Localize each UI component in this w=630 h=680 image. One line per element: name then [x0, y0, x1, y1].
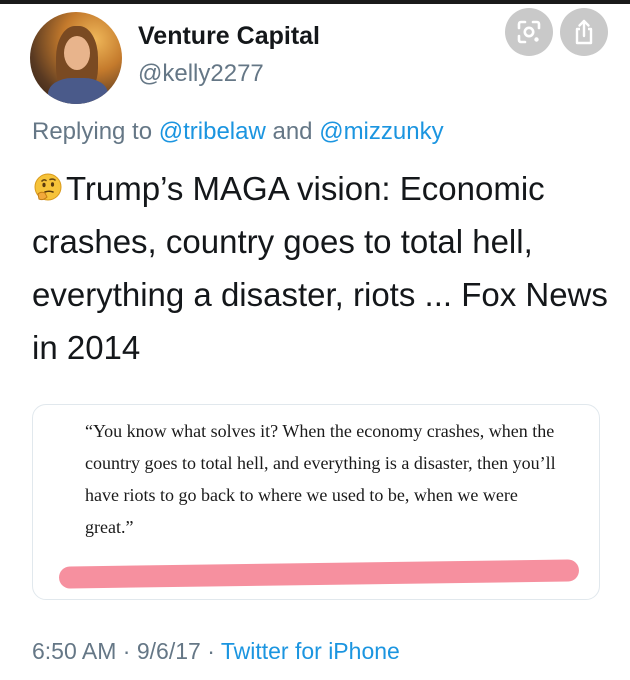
share-icon[interactable] — [560, 8, 608, 56]
top-border — [0, 0, 630, 4]
replying-to-label: Replying to — [32, 118, 153, 145]
meta-separator-2: · — [207, 638, 215, 664]
tweet-date[interactable]: 9/6/17 — [137, 638, 201, 664]
meta-separator: · — [122, 638, 131, 664]
tweet-screenshot: Venture Capital @kelly2277 Replying to @… — [0, 0, 630, 680]
tweet-meta: 6:50 AM · 9/6/17 · Twitter for iPhone — [32, 638, 400, 665]
tweet-time[interactable]: 6:50 AM — [32, 638, 116, 664]
tweet-body: Trump’s MAGA vision: Economic crashes, c… — [32, 162, 612, 374]
tweet-text: Trump’s MAGA vision: Economic crashes, c… — [32, 170, 608, 366]
display-name[interactable]: Venture Capital — [138, 22, 320, 51]
quote-text: “You know what solves it? When the econo… — [85, 421, 556, 537]
replying-to-line: Replying to @tribelaw and @mizzunky — [32, 118, 444, 146]
replying-conjunction: and — [272, 118, 313, 145]
avatar[interactable] — [30, 12, 122, 104]
user-handle[interactable]: @kelly2277 — [138, 60, 264, 88]
thinking-face-icon — [32, 166, 64, 201]
avatar-shoulder — [48, 78, 108, 104]
tweet-source-link[interactable]: Twitter for iPhone — [221, 638, 400, 664]
mention-link-tribelaw[interactable]: @tribelaw — [159, 118, 266, 145]
avatar-face — [64, 36, 90, 70]
highlight-stroke — [58, 559, 580, 589]
quote-image-card[interactable]: “You know what solves it? When the econo… — [32, 404, 600, 600]
mention-link-mizzunky[interactable]: @mizzunky — [319, 118, 443, 145]
google-lens-icon[interactable] — [505, 8, 553, 56]
